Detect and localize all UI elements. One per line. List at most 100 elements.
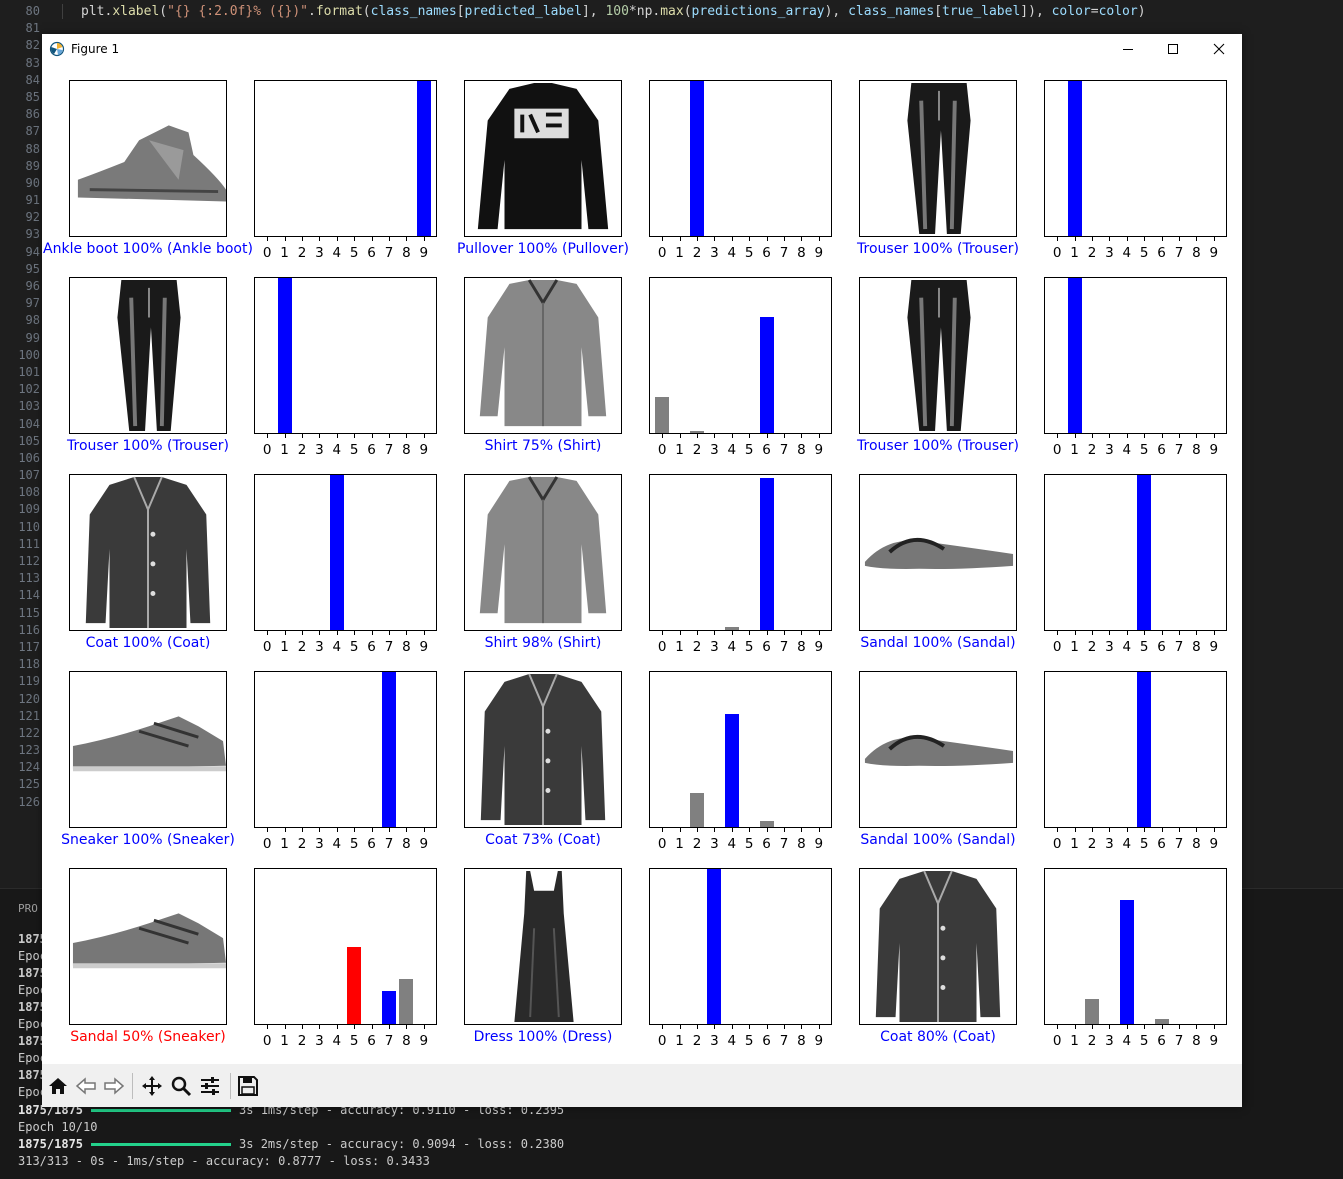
x-tick-label: 2	[692, 639, 702, 655]
x-tick-label: 7	[1174, 1033, 1184, 1049]
x-tick-label: 8	[1192, 442, 1201, 458]
x-tick-mark	[423, 1025, 425, 1029]
step-count: 1875/1875	[18, 1137, 84, 1151]
x-tick-mark	[784, 631, 785, 635]
x-tick-label: 8	[1192, 245, 1201, 261]
forward-button[interactable]	[100, 1072, 128, 1100]
configure-subplots-button[interactable]	[196, 1072, 224, 1100]
prediction-label: Coat 80% (Coat)	[880, 1029, 996, 1045]
line-number: 115	[18, 605, 40, 620]
x-tick-label: 4	[332, 639, 342, 655]
sample-image-axes	[859, 80, 1017, 237]
x-tick-mark	[354, 631, 356, 635]
x-tick-mark	[336, 1025, 338, 1029]
progress-bar	[91, 1109, 232, 1112]
pullover-image	[477, 82, 609, 230]
probability-bar-axes	[254, 277, 437, 434]
bar-class-2	[690, 431, 704, 433]
x-tick-mark	[389, 237, 390, 241]
x-tick-mark	[336, 237, 338, 241]
x-tick-label: 5	[744, 1033, 754, 1049]
bar-class-4	[1119, 900, 1134, 1024]
zoom-button[interactable]	[167, 1072, 195, 1100]
sample-image-axes	[69, 277, 227, 434]
x-tick-label: 9	[1209, 245, 1219, 261]
x-tick-mark	[1057, 631, 1059, 635]
x-tick-label: 7	[384, 245, 394, 261]
x-tick-mark	[696, 631, 698, 635]
prediction-label: Shirt 98% (Shirt)	[484, 635, 602, 651]
line-number: 109	[18, 502, 40, 517]
code-token: true_label	[942, 4, 1021, 19]
figure-canvas[interactable]: Ankle boot 100% (Ankle boot) 0 1 2 3 4 5 6 7 8 9 Pu…	[42, 64, 1242, 1064]
x-tick-mark	[1074, 434, 1076, 438]
x-tick-mark	[679, 631, 681, 635]
save-icon	[238, 1076, 258, 1096]
x-tick-label: 5	[349, 639, 359, 655]
line-number: 97	[25, 296, 40, 311]
toolbar-separator	[230, 1073, 231, 1099]
shirt-image	[479, 279, 607, 427]
x-tick-mark	[662, 237, 664, 241]
sandal-image	[864, 734, 1014, 766]
sample-image-axes	[464, 277, 622, 434]
prediction-label: Trouser 100% (Trouser)	[67, 438, 229, 454]
x-tick-label: 4	[1122, 245, 1132, 261]
line-number: 88	[25, 141, 40, 156]
x-tick-label: 9	[814, 245, 824, 261]
trouser-image	[117, 279, 181, 432]
x-tick-mark	[714, 237, 716, 241]
x-tick-label: 2	[692, 442, 702, 458]
x-tick-mark	[1109, 828, 1111, 832]
x-tick-label: 1	[1070, 639, 1079, 655]
figure-window[interactable]: Figure 1 Ankle boot 100% (Ankle boot) 0 1 2…	[42, 34, 1242, 1107]
prediction-label: Sandal 100% (Sandal)	[860, 832, 1016, 848]
maximize-button[interactable]	[1150, 34, 1196, 64]
prediction-label: Trouser 100% (Trouser)	[857, 241, 1019, 257]
x-tick-label: 5	[349, 836, 359, 852]
x-tick-mark	[662, 1025, 664, 1029]
title-bar[interactable]: Figure 1	[42, 34, 1242, 64]
x-tick-mark	[319, 434, 321, 438]
x-tick-label: 9	[419, 442, 429, 458]
x-tick-label: 0	[657, 639, 667, 655]
x-tick-label: 8	[402, 836, 411, 852]
x-tick-mark	[1213, 434, 1215, 438]
x-tick-mark	[1091, 434, 1093, 438]
x-tick-mark	[731, 828, 733, 832]
prediction-label: Dress 100% (Dress)	[473, 1029, 613, 1045]
x-tick-label: 2	[297, 639, 307, 655]
x-tick-label: 4	[1122, 836, 1132, 852]
save-button[interactable]	[234, 1072, 262, 1100]
x-tick-mark	[818, 237, 820, 241]
x-tick-mark	[1109, 434, 1111, 438]
x-tick-mark	[801, 1025, 803, 1029]
x-tick-mark	[1144, 237, 1146, 241]
code-line-80[interactable]: plt.xlabel("{} {:2.0f}% ({})".format(cla…	[62, 3, 1146, 20]
x-tick-label: 3	[1105, 245, 1114, 261]
x-tick-mark	[1091, 1025, 1093, 1029]
x-tick-label: 2	[1087, 245, 1097, 261]
x-tick-mark	[1179, 1025, 1180, 1029]
home-button[interactable]	[44, 1072, 72, 1100]
x-tick-mark	[423, 434, 425, 438]
x-tick-label: 6	[1157, 1033, 1166, 1049]
bar-class-6	[759, 316, 774, 433]
pan-button[interactable]	[138, 1072, 166, 1100]
x-tick-label: 1	[280, 639, 289, 655]
panel-tab-problems[interactable]: PRO	[18, 901, 38, 917]
x-tick-mark	[319, 1025, 321, 1029]
code-token: [	[934, 4, 943, 19]
minimize-button[interactable]	[1105, 34, 1151, 64]
line-number: 120	[18, 691, 40, 706]
back-button[interactable]	[72, 1072, 100, 1100]
prediction-label: Pullover 100% (Pullover)	[457, 241, 629, 257]
x-tick-mark	[679, 1025, 681, 1029]
sample-image-axes	[859, 277, 1017, 434]
close-button[interactable]	[1196, 34, 1242, 64]
x-tick-mark	[406, 434, 408, 438]
x-tick-label: 0	[1052, 245, 1062, 261]
x-tick-label: 2	[692, 1033, 702, 1049]
x-tick-mark	[1161, 1025, 1163, 1029]
x-tick-label: 3	[710, 639, 719, 655]
